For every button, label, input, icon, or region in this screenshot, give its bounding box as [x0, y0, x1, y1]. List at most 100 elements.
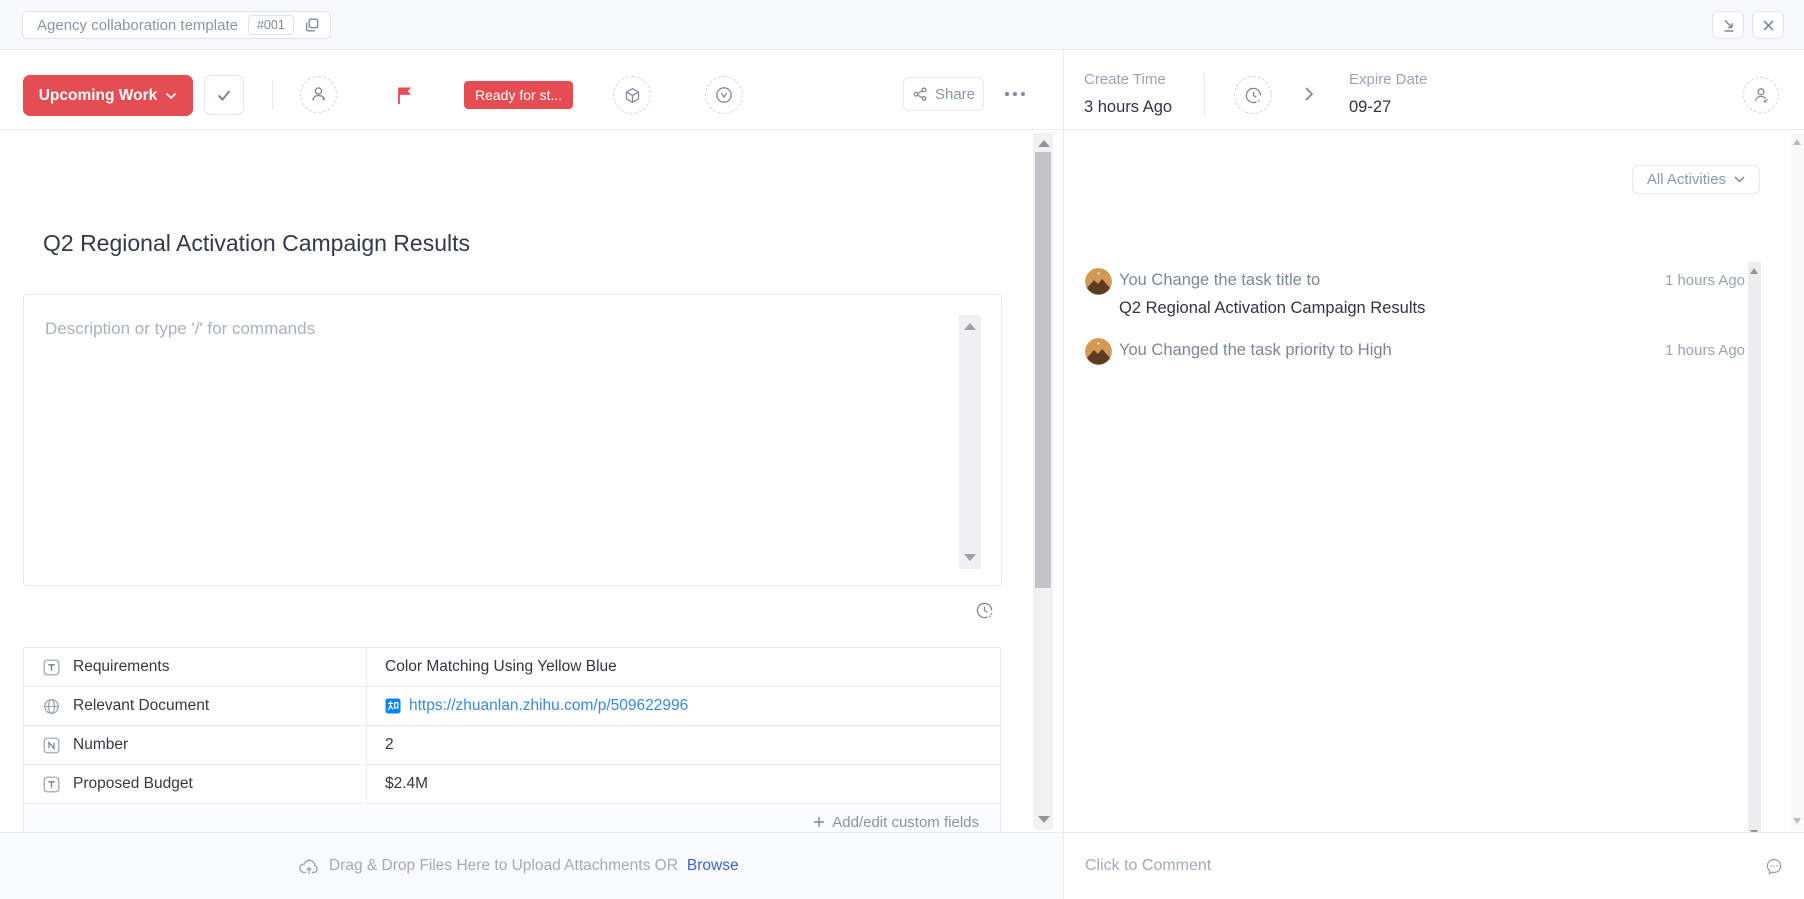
share-label: Share	[935, 86, 975, 103]
panel-scrollbar[interactable]	[1791, 133, 1804, 830]
description-scrollbar[interactable]	[959, 315, 981, 569]
chevron-down-icon	[1734, 176, 1745, 183]
task-main-panel: Upcoming Work	[0, 50, 1063, 899]
status-dropdown-button[interactable]: Upcoming Work	[23, 75, 193, 116]
field-row-number: Number 2	[24, 726, 1000, 765]
description-placeholder: Description or type '/' for commands	[45, 319, 315, 339]
activity-feed: All Activities You Change the task title…	[1064, 130, 1804, 832]
minimize-icon	[1720, 17, 1737, 34]
share-button[interactable]: Share	[903, 77, 984, 111]
field-label-cell[interactable]: Requirements	[24, 648, 367, 686]
field-row-requirements: Requirements Color Matching Using Yellow…	[24, 648, 1000, 687]
minimize-window-button[interactable]	[1712, 11, 1744, 39]
package-button[interactable]	[613, 76, 651, 114]
field-value-cell[interactable]: $2.4M	[367, 765, 1000, 803]
plus-icon	[813, 816, 825, 828]
scroll-up-arrow[interactable]	[1038, 140, 1050, 147]
add-edit-custom-fields-button[interactable]: Add/edit custom fields	[813, 814, 979, 831]
person-add-icon	[309, 85, 328, 104]
activity-panel: Create Time 3 hours Ago Expire Date	[1064, 50, 1804, 899]
activity-time: 1 hours Ago	[1665, 342, 1745, 359]
task-content: Q2 Regional Activation Campaign Results …	[0, 130, 1033, 832]
number-field-icon	[43, 737, 60, 754]
assignee-add-button[interactable]	[300, 76, 337, 113]
activity-filter-dropdown[interactable]: All Activities	[1632, 165, 1760, 194]
scroll-up-arrow[interactable]	[1750, 268, 1758, 274]
chevron-down-icon	[165, 92, 177, 100]
text-field-icon	[43, 659, 60, 676]
field-label: Number	[73, 736, 128, 754]
activity-scrollbar[interactable]	[1748, 262, 1761, 842]
create-time-value: 3 hours Ago	[1084, 98, 1172, 117]
field-value-cell[interactable]: Color Matching Using Yellow Blue	[367, 648, 1000, 686]
chevron-right-icon	[1304, 86, 1314, 102]
field-label-cell[interactable]: Relevant Document	[24, 687, 367, 725]
field-label: Relevant Document	[73, 697, 209, 715]
avatar	[1085, 268, 1112, 295]
task-meta-header: Create Time 3 hours Ago Expire Date	[1064, 50, 1804, 130]
custom-fields-table: Requirements Color Matching Using Yellow…	[23, 647, 1001, 841]
attachment-drop-text: Drag & Drop Files Here to Upload Attachm…	[329, 857, 678, 875]
priority-flag-button[interactable]	[394, 85, 416, 107]
activity-text: You Change the task title to	[1119, 271, 1320, 290]
history-clock-icon	[975, 601, 994, 620]
field-value: 2	[385, 736, 394, 754]
scroll-up-arrow[interactable]	[964, 323, 976, 330]
task-title[interactable]: Q2 Regional Activation Campaign Results	[43, 230, 470, 257]
template-name: Agency collaboration template	[37, 17, 238, 34]
zhihu-favicon	[385, 698, 401, 714]
topbar: Agency collaboration template #001	[0, 0, 1804, 50]
avatar	[1085, 338, 1112, 365]
person-check-icon	[1752, 86, 1770, 104]
field-value: Color Matching Using Yellow Blue	[385, 658, 617, 676]
text-field-icon	[43, 776, 60, 793]
cube-icon	[623, 86, 642, 105]
activity-time: 1 hours Ago	[1665, 272, 1745, 289]
comment-bubble-icon[interactable]	[1764, 857, 1784, 877]
expire-date-value[interactable]: 09-27	[1349, 98, 1391, 117]
flag-icon	[394, 85, 416, 107]
field-row-relevant-document: Relevant Document	[24, 687, 1000, 726]
expire-date-label: Expire Date	[1349, 71, 1427, 88]
close-window-button[interactable]	[1752, 11, 1784, 39]
activity-text: You Changed the task priority to High	[1119, 341, 1392, 360]
version-button[interactable]	[705, 76, 743, 114]
copy-icon[interactable]	[304, 17, 320, 33]
field-label: Requirements	[73, 658, 170, 676]
scrollbar-thumb[interactable]	[1035, 152, 1051, 588]
field-value-cell[interactable]: https://zhuanlan.zhihu.com/p/509622996	[367, 687, 1000, 725]
scroll-down-arrow[interactable]	[1793, 818, 1801, 824]
scroll-down-arrow[interactable]	[1038, 816, 1050, 823]
field-label: Proposed Budget	[73, 775, 193, 793]
schedule-button[interactable]	[1234, 76, 1272, 114]
share-icon	[912, 86, 928, 102]
description-history-button[interactable]	[975, 601, 995, 621]
add-edit-custom-fields-label: Add/edit custom fields	[832, 814, 979, 831]
main-scrollbar[interactable]	[1033, 133, 1053, 830]
create-time-label: Create Time	[1084, 71, 1166, 88]
watcher-add-button[interactable]	[1743, 77, 1779, 113]
status-label: Upcoming Work	[39, 87, 158, 105]
scroll-down-arrow[interactable]	[964, 554, 976, 561]
task-detail-window: Agency collaboration template #001	[0, 0, 1804, 899]
toolbar-divider	[272, 80, 273, 110]
complete-task-button[interactable]	[204, 75, 244, 115]
field-label-cell[interactable]: Number	[24, 726, 367, 764]
activity-filter-label: All Activities	[1647, 171, 1726, 188]
breadcrumb[interactable]: Agency collaboration template #001	[22, 11, 331, 39]
comment-placeholder: Click to Comment	[1085, 857, 1211, 875]
attachment-drop-zone[interactable]: Drag & Drop Files Here to Upload Attachm…	[0, 832, 1063, 899]
field-label-cell[interactable]: Proposed Budget	[24, 765, 367, 803]
field-row-proposed-budget: Proposed Budget $2.4M	[24, 765, 1000, 804]
meta-divider	[1204, 74, 1205, 116]
browse-files-link[interactable]: Browse	[687, 857, 739, 875]
comment-input-bar[interactable]: Click to Comment	[1064, 832, 1804, 899]
more-actions-button[interactable]	[998, 78, 1032, 110]
description-input[interactable]: Description or type '/' for commands	[23, 294, 1002, 586]
scroll-up-arrow[interactable]	[1793, 139, 1801, 145]
relevant-document-link[interactable]: https://zhuanlan.zhihu.com/p/509622996	[409, 697, 688, 715]
check-icon	[215, 86, 233, 104]
ellipsis-icon	[1004, 91, 1026, 97]
stage-badge[interactable]: Ready for st...	[464, 81, 573, 109]
field-value-cell[interactable]: 2	[367, 726, 1000, 764]
